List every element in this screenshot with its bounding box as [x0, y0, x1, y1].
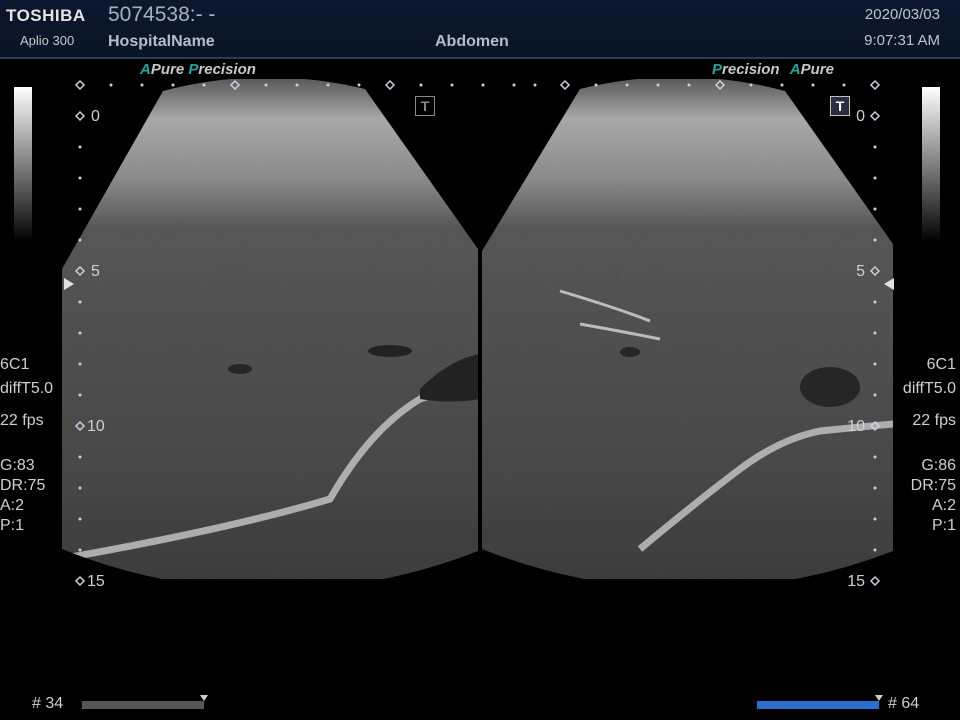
left-depth-label: 10: [87, 418, 105, 435]
left-depth-label: 0: [91, 108, 100, 125]
right-cine-bar[interactable]: [757, 701, 879, 709]
left-a-value: A:2: [0, 497, 25, 514]
left-cine-frame-number: # 34: [32, 695, 64, 712]
right-recision-text: recision: [722, 61, 780, 78]
right-a-value: A:2: [931, 497, 956, 514]
image-area: APure Precision Precision APure T T 0 5 …: [0, 59, 960, 699]
left-grayscale-bar: [14, 87, 32, 242]
right-grayscale-bar: [922, 87, 940, 242]
right-ultrasound-image: [482, 79, 893, 579]
right-frame-rate: 22 fps: [912, 412, 956, 429]
right-cine-frame-number: # 64: [888, 695, 920, 712]
left-gain: G:83: [0, 457, 35, 474]
exam-time: 9:07:31 AM: [864, 32, 940, 49]
left-depth-label: 5: [91, 263, 100, 280]
right-filter-label: diffT5.0: [902, 380, 956, 397]
right-gain: G:86: [921, 457, 956, 474]
left-cine-marker[interactable]: [200, 695, 208, 701]
right-cine-marker[interactable]: [875, 695, 883, 701]
patient-id: 5074538:- -: [108, 3, 216, 26]
right-cine-fill: [757, 701, 879, 709]
exam-preset: Abdomen: [435, 33, 509, 50]
left-apure-precision-label: APure Precision: [140, 61, 256, 78]
left-depth-label: 15: [87, 573, 105, 590]
right-p-letter: P: [712, 61, 723, 78]
left-probe-label: 6C1: [0, 356, 30, 373]
left-ultrasound-image: [62, 79, 478, 579]
right-p-value: P:1: [931, 517, 956, 534]
right-focus-marker[interactable]: [884, 278, 894, 290]
left-a-letter: A: [140, 61, 151, 78]
exam-date: 2020/03/03: [864, 6, 940, 23]
right-depth-label: 0: [856, 108, 865, 125]
left-p-value: P:1: [0, 517, 25, 534]
brand-logo: TOSHIBA: [6, 6, 86, 25]
left-cine-fill: [82, 701, 204, 709]
left-cine-bar[interactable]: [82, 701, 204, 709]
right-depth-label: 15: [847, 573, 865, 590]
left-frame-rate: 22 fps: [0, 412, 44, 429]
left-pure-text: Pure: [150, 61, 185, 78]
left-p-letter: P: [188, 61, 199, 78]
header-bar: TOSHIBA Aplio 300 5074538:- - HospitalNa…: [0, 0, 960, 59]
left-recision-text: recision: [198, 61, 256, 78]
right-t-icon[interactable]: T: [830, 96, 850, 116]
right-probe-label: 6C1: [926, 356, 956, 373]
right-dynamic-range: DR:75: [910, 477, 956, 494]
right-pure-text: Pure: [800, 61, 834, 78]
right-depth-label: 5: [856, 263, 865, 280]
ultrasound-images: [62, 79, 893, 587]
model-label: Aplio 300: [20, 33, 75, 48]
right-depth-label: 10: [847, 418, 865, 435]
left-t-icon[interactable]: T: [415, 96, 435, 116]
hospital-name: HospitalName: [108, 33, 215, 50]
right-a-letter: A: [789, 61, 801, 78]
left-filter-label: diffT5.0: [0, 380, 54, 397]
left-dynamic-range: DR:75: [0, 477, 46, 494]
left-focus-marker[interactable]: [64, 278, 74, 290]
right-precision-apure-label: Precision APure: [712, 61, 834, 78]
